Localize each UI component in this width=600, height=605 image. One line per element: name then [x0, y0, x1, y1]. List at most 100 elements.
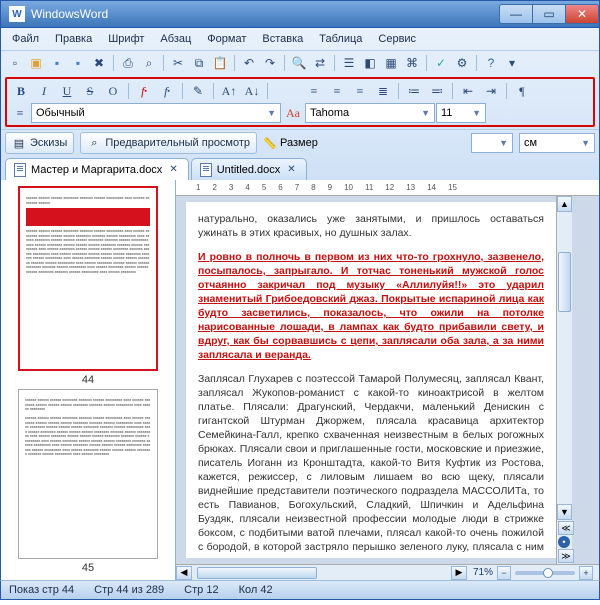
replace-icon[interactable]: ⇄ [310, 53, 330, 73]
font-dropdown[interactable]: Tahoma ▼ [305, 103, 435, 123]
page-up-icon[interactable]: ≪ [558, 521, 574, 535]
highlight-color-button[interactable]: f▪ [156, 81, 178, 101]
style-icon[interactable]: ≡ [10, 103, 30, 123]
separator [128, 83, 129, 99]
doc-paragraph: натурально, оказались уже занятыми, и пр… [198, 212, 544, 240]
save-as-icon[interactable]: ▪ [68, 53, 88, 73]
tab-close-icon[interactable]: ✕ [285, 164, 297, 175]
scroll-left-icon[interactable]: ◀ [176, 566, 192, 580]
link-icon[interactable]: ⌘ [402, 53, 422, 73]
separator [452, 83, 453, 99]
scroll-thumb[interactable] [558, 252, 571, 312]
indent-dec-button[interactable]: ⇤ [457, 81, 479, 101]
thumbnails-button[interactable]: ▤ Эскизы [5, 132, 74, 154]
separator [398, 83, 399, 99]
outline-button[interactable]: O [102, 81, 124, 101]
cut-icon[interactable]: ✂ [168, 53, 188, 73]
maximize-button[interactable]: ▭ [532, 4, 566, 24]
bold-button[interactable]: B [10, 81, 32, 101]
tab-close-icon[interactable]: ✕ [167, 164, 179, 175]
print-preview-icon[interactable]: ⌕ [139, 53, 159, 73]
list-bullets-button[interactable]: ≔ [403, 81, 425, 101]
menu-font[interactable]: Шрифт [101, 30, 151, 48]
ruler-tick: 10 [344, 183, 353, 192]
ruler-tick: 6 [278, 183, 282, 192]
tab-document-1[interactable]: Мастер и Маргарита.docx ✕ [5, 158, 189, 180]
find-icon[interactable]: 🔍 [289, 53, 309, 73]
italic-button[interactable]: I [33, 81, 55, 101]
menu-table[interactable]: Таблица [312, 30, 369, 48]
copy-icon[interactable]: ⧉ [189, 53, 209, 73]
close-button[interactable]: ✕ [565, 4, 599, 24]
underline-button[interactable]: U [56, 81, 78, 101]
font-picker-icon[interactable]: Aa [282, 103, 304, 123]
measure-dropdown[interactable]: ▼ [471, 133, 513, 153]
new-icon[interactable]: ▫ [5, 53, 25, 73]
thumbnails-icon: ▤ [12, 136, 26, 150]
menu-file[interactable]: Файл [5, 30, 46, 48]
print-preview-button[interactable]: ⌕ Предварительный просмотр [80, 132, 257, 154]
zoom-slider[interactable] [515, 571, 575, 575]
menu-insert[interactable]: Вставка [255, 30, 310, 48]
close-doc-icon[interactable]: ✖ [89, 53, 109, 73]
open-icon[interactable]: ▣ [26, 53, 46, 73]
menu-edit[interactable]: Правка [48, 30, 99, 48]
horizontal-ruler[interactable]: 1 2 3 4 5 6 7 8 9 10 11 12 13 14 15 [176, 180, 599, 196]
zoom-value: 71% [473, 567, 493, 578]
indent-inc-button[interactable]: ⇥ [480, 81, 502, 101]
document-viewport: натурально, оказались уже занятыми, и пр… [176, 196, 599, 564]
clone-format-button[interactable]: ✎ [187, 81, 209, 101]
style-dropdown[interactable]: Обычный ▼ [31, 103, 281, 123]
page-thumbnail-44[interactable]: xxxxxx xxxxxx xxxxxx xxxxxxxx xxxxxxx xx… [18, 186, 158, 371]
list-numbers-button[interactable]: ≕ [426, 81, 448, 101]
thumb-number-45: 45 [82, 562, 94, 574]
font-color-button[interactable]: f▪ [133, 81, 155, 101]
page-down-icon[interactable]: ≫ [558, 549, 574, 563]
font-grow-button[interactable]: A↑ [218, 81, 240, 101]
help-icon[interactable]: ? [481, 53, 501, 73]
undo-icon[interactable]: ↶ [239, 53, 259, 73]
chevron-down-icon: ▼ [267, 108, 276, 118]
options-icon[interactable]: ⚙ [452, 53, 472, 73]
hscroll-thumb[interactable] [197, 567, 317, 579]
redo-icon[interactable]: ↷ [260, 53, 280, 73]
image-icon[interactable]: ◧ [360, 53, 380, 73]
unit-dropdown[interactable]: см ▼ [519, 133, 595, 153]
status-column: Кол 42 [239, 584, 273, 596]
document-page[interactable]: натурально, оказались уже занятыми, и пр… [186, 202, 556, 558]
about-icon[interactable]: ▾ [502, 53, 522, 73]
status-showing: Показ стр 44 [9, 584, 74, 596]
paste-icon[interactable]: 📋 [210, 53, 230, 73]
zoom-out-icon[interactable]: − [497, 566, 511, 580]
status-page-of: Стр 44 из 289 [94, 584, 164, 596]
page-thumbnail-45[interactable]: xxxxxx xxxxxx xxxxxx xxxxxxxx xxxxxxx xx… [18, 389, 158, 559]
minimize-button[interactable]: ― [499, 4, 533, 24]
hscroll-track[interactable] [192, 566, 451, 580]
save-icon[interactable]: ▪ [47, 53, 67, 73]
table-icon[interactable]: ▦ [381, 53, 401, 73]
spellcheck-icon[interactable]: ✓ [431, 53, 451, 73]
scroll-right-icon[interactable]: ▶ [451, 566, 467, 580]
align-justify-button[interactable]: ≣ [372, 81, 394, 101]
align-left-button[interactable]: ≡ [303, 81, 325, 101]
strike-button[interactable]: S [79, 81, 101, 101]
menu-para[interactable]: Абзац [153, 30, 198, 48]
doc-paragraph: Заплясал Глухарев с поэтессой Тамарой По… [198, 372, 544, 558]
menu-service[interactable]: Сервис [371, 30, 423, 48]
tab-document-2[interactable]: Untitled.docx ✕ [191, 158, 307, 180]
menu-format[interactable]: Формат [200, 30, 253, 48]
scroll-down-icon[interactable]: ▼ [557, 504, 572, 520]
zoom-knob[interactable] [543, 568, 553, 578]
page-nav-icon[interactable]: • [558, 536, 570, 548]
align-center-button[interactable]: ≡ [326, 81, 348, 101]
scroll-track[interactable] [557, 212, 572, 504]
print-icon[interactable]: ⎙ [118, 53, 138, 73]
toc-icon[interactable]: ☰ [339, 53, 359, 73]
scroll-up-icon[interactable]: ▲ [557, 196, 572, 212]
font-size-dropdown[interactable]: 11 ▼ [436, 103, 486, 123]
para-format-button[interactable]: ¶ [511, 81, 533, 101]
zoom-in-icon[interactable]: + [579, 566, 593, 580]
font-shrink-button[interactable]: A↓ [241, 81, 263, 101]
align-right-button[interactable]: ≡ [349, 81, 371, 101]
vertical-scrollbar[interactable]: ▲ ▼ ≪ • ≫ [556, 196, 572, 564]
